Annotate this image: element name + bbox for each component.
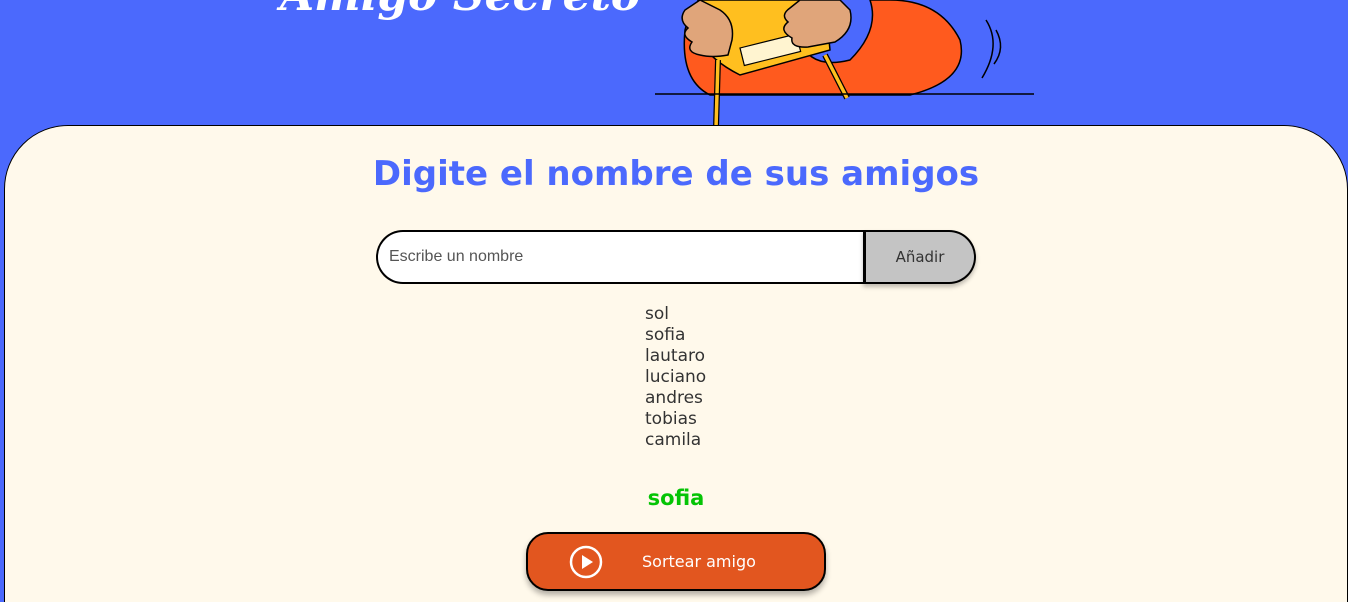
friend-list-item: sol (645, 304, 669, 324)
friend-list-item: tobias (645, 409, 697, 429)
site-title: Amigo Secreto (280, 0, 640, 21)
draw-button-label: Sortear amigo (642, 552, 756, 571)
add-button[interactable]: Añadir (863, 230, 976, 284)
header: Amigo Secreto (0, 0, 1348, 140)
play-circle-icon (569, 545, 603, 579)
draw-friend-button[interactable]: Sortear amigo (526, 532, 826, 591)
add-friend-form: Añadir (376, 230, 976, 284)
friend-name-input[interactable] (376, 230, 863, 284)
friend-list-item: lautaro (645, 346, 706, 366)
person-opening-gift-illustration (655, 0, 1034, 128)
friend-list-item: sofia (645, 325, 686, 345)
friend-list: sol sofia lautaro luciano andres tobias … (645, 304, 706, 451)
friend-list-item: camila (645, 430, 702, 450)
friend-list-item: luciano (645, 367, 707, 387)
friend-list-item: andres (645, 388, 703, 408)
draw-result: sofia (647, 486, 705, 510)
section-heading: Digite el nombre de sus amigos (372, 154, 980, 194)
